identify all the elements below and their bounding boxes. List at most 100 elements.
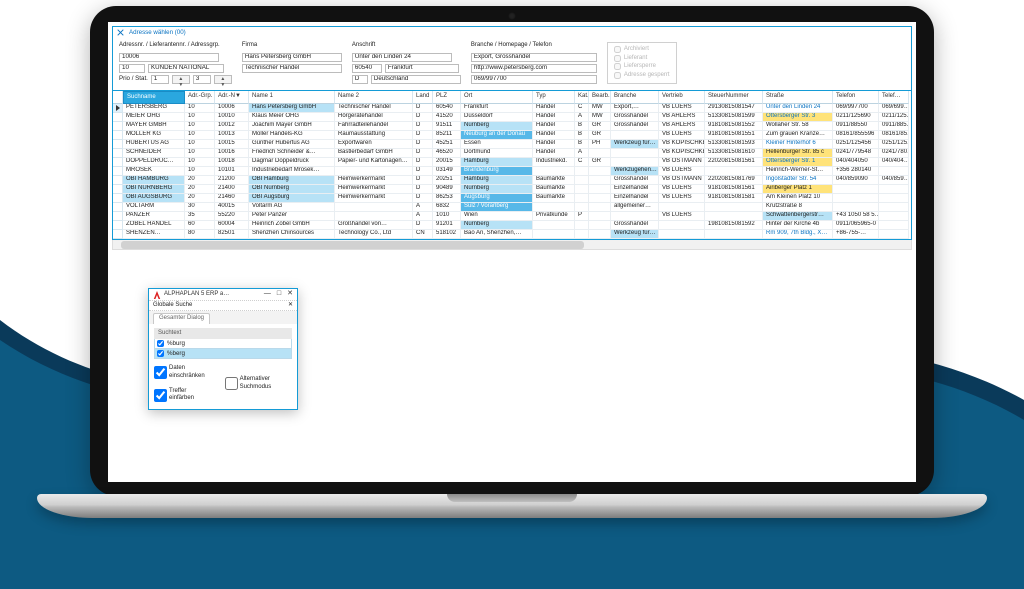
table-row[interactable]: HUBERTUS AG1010015Günther Hubertus AGExp…	[113, 140, 911, 149]
col-name2[interactable]: Name 2	[335, 91, 413, 105]
window-close-button[interactable]	[116, 28, 125, 37]
table-row[interactable]: SCHNEIDER1010016Friedrich Schneider &…Ba…	[113, 149, 911, 158]
stepper-prio[interactable]: ▲▼	[172, 75, 190, 84]
table-row[interactable]: PETERSBERG1010006Hans Petersberg GmbHTec…	[113, 104, 911, 113]
row-selector[interactable]	[113, 149, 123, 158]
stepper-stat[interactable]: ▲▼	[214, 75, 232, 84]
table-row[interactable]: OBI NÜRNBERG2021400OBI NürnbergHeimwerke…	[113, 185, 911, 194]
row-selector[interactable]	[113, 104, 123, 113]
cell-kat: B	[575, 140, 589, 149]
input-adressnr[interactable]: 10006	[119, 53, 219, 62]
row-selector[interactable]	[113, 212, 123, 221]
cell-vertr: VB LÜERS	[659, 104, 705, 113]
cell-plz: 91201	[433, 221, 461, 230]
table-row[interactable]: ZOBEL HANDEL6060004Heinrich Zobel GmbHGr…	[113, 221, 911, 230]
input-ort[interactable]: Frankfurt	[385, 64, 459, 73]
popup-minimize-button[interactable]: —	[264, 290, 271, 299]
input-firma2[interactable]: Technischer Handel	[242, 64, 342, 73]
col-adrnr[interactable]: Adr.-N▼	[215, 91, 249, 105]
table-row[interactable]: VOLTARM3040015Voltarm AGA6832Sulz / Vora…	[113, 203, 911, 212]
cell-tel: 040/859090	[833, 176, 879, 185]
input-land-name[interactable]: Deutschland	[371, 75, 461, 84]
cell-branche: Grosshandel	[611, 176, 659, 185]
row-selector[interactable]	[113, 203, 123, 212]
row-selector[interactable]	[113, 131, 123, 140]
input-prio[interactable]: 1	[151, 75, 169, 84]
table-row[interactable]: PANZER3555220Peter PanzerA1010WienPrivat…	[113, 212, 911, 221]
table-row[interactable]: DOPPELDRUC…1010018Dagmar DoppeldruckPapi…	[113, 158, 911, 167]
col-telefon2[interactable]: Telef…	[879, 91, 909, 105]
col-branche[interactable]: Branche	[611, 91, 659, 105]
opt-treffer-einfaerben[interactable]: Treffer einfärben	[154, 388, 213, 403]
opt-daten-einschraenken[interactable]: Daten einschränken	[154, 365, 213, 380]
row-selector[interactable]	[113, 158, 123, 167]
col-adrgrp[interactable]: Adr.-Grp. ▲	[185, 91, 215, 105]
search-term-check[interactable]	[157, 350, 164, 357]
col-steuernummer[interactable]: SteuerNummer	[705, 91, 763, 105]
table-row[interactable]: OBI AUGSBURG2021460OBI AugsburgHeimwerke…	[113, 194, 911, 203]
col-plz[interactable]: PLZ	[433, 91, 461, 105]
col-strasse[interactable]: Straße	[763, 91, 833, 105]
cell-tel2	[879, 167, 909, 176]
cell-bearb: GR	[589, 122, 611, 131]
check-archiviert[interactable]: Archiviert	[614, 46, 670, 54]
col-ort[interactable]: Ort	[461, 91, 533, 105]
row-selector[interactable]	[113, 194, 123, 203]
input-adressgrp-nr[interactable]: 10	[119, 64, 145, 73]
row-selector[interactable]	[113, 230, 123, 239]
cell-typ	[533, 167, 575, 176]
col-suchname[interactable]: Suchname	[123, 91, 185, 105]
popup-section-close-icon[interactable]: ✕	[288, 302, 293, 310]
input-branche[interactable]: Export, Grosshandel	[471, 53, 597, 62]
cell-tel2: 08161/85…	[879, 131, 909, 140]
table-row[interactable]: MOLLER KG1010013Moller Handels-KGRaumaus…	[113, 131, 911, 140]
cell-typ: Privatkunde	[533, 212, 575, 221]
cell-str: Ingolstädter Str. 54	[763, 176, 833, 185]
popup-maximize-button[interactable]: □	[277, 290, 281, 299]
input-adressgrp-name[interactable]: KUNDEN NATIONAL	[148, 64, 224, 73]
opt-alt-suchmodus[interactable]: Alternativer Suchmodus	[225, 365, 292, 403]
check-lieferant[interactable]: Lieferant	[614, 55, 670, 63]
row-selector[interactable]	[113, 176, 123, 185]
input-telefon[interactable]: 069/997700	[471, 75, 597, 84]
row-selector[interactable]	[113, 221, 123, 230]
cell-bearb	[589, 194, 611, 203]
cell-kat	[575, 194, 589, 203]
input-plz[interactable]: 60540	[352, 64, 382, 73]
col-bearb[interactable]: Bearb.	[589, 91, 611, 105]
horizontal-scrollbar[interactable]	[112, 240, 912, 250]
table-row[interactable]: MEIER OHG1010010Klaus Meier OHGHörgeräte…	[113, 113, 911, 122]
input-land-code[interactable]: D	[352, 75, 368, 84]
table-row[interactable]: SHENZEN…8082501Shenzhen ChinsourcesTechn…	[113, 230, 911, 239]
popup-close-button[interactable]: ✕	[287, 290, 293, 299]
search-term-row[interactable]: %burg	[154, 339, 292, 349]
table-row[interactable]: MAYER GMBH1010012Joachim Mayer GmbHFahrr…	[113, 122, 911, 131]
col-land[interactable]: Land	[413, 91, 433, 105]
input-homepage[interactable]: http://www.petersberg.com	[471, 64, 597, 73]
popup-tab-gesamter-dialog[interactable]: Gesamter Dialog	[153, 313, 210, 324]
row-selector[interactable]	[113, 185, 123, 194]
col-kat[interactable]: Kat.	[575, 91, 589, 105]
table-row[interactable]: MROSEK1010101Industriebedarf Mrosek…D031…	[113, 167, 911, 176]
input-stat[interactable]: 3	[193, 75, 211, 84]
row-selector[interactable]	[113, 140, 123, 149]
cell-vertr: VB LÜERS	[659, 185, 705, 194]
col-vertrieb[interactable]: Vertrieb	[659, 91, 705, 105]
row-selector[interactable]	[113, 167, 123, 176]
row-selector[interactable]	[113, 122, 123, 131]
check-liefersperre[interactable]: Liefersperre	[614, 63, 670, 71]
table-row[interactable]: OBI HAMBURG2021200OBI HamburgHeimwerkerm…	[113, 176, 911, 185]
cell-typ	[533, 203, 575, 212]
check-adresse-gesperrt[interactable]: Adresse gesperrt	[614, 72, 670, 80]
col-typ[interactable]: Typ	[533, 91, 575, 105]
cell-bearb	[589, 212, 611, 221]
row-selector[interactable]	[113, 113, 123, 122]
search-term-row[interactable]: %berg	[154, 349, 292, 359]
search-term-check[interactable]	[157, 340, 164, 347]
input-street[interactable]: Unter den Linden 24	[352, 53, 452, 62]
cell-str: Unter den Linden 24	[763, 104, 833, 113]
col-telefon[interactable]: Telefon	[833, 91, 879, 105]
input-firma1[interactable]: Hans Petersberg GmbH	[242, 53, 342, 62]
col-name1[interactable]: Name 1	[249, 91, 335, 105]
cell-plz: 20251	[433, 176, 461, 185]
